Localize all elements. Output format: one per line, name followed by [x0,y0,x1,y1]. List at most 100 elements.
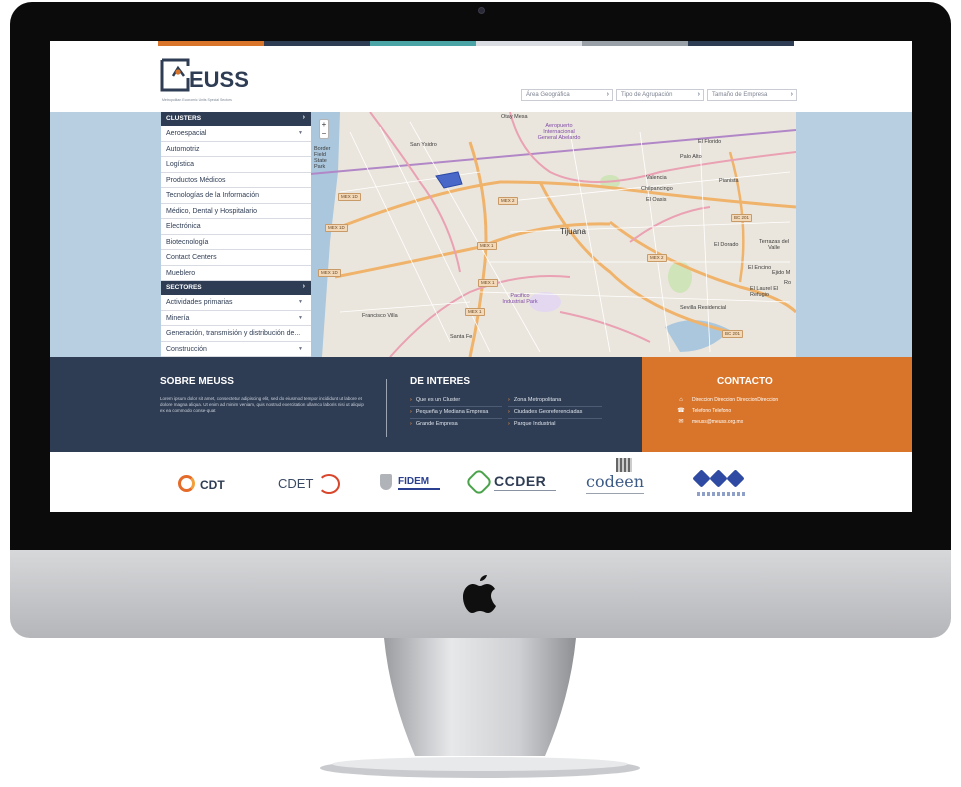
chevron-right-icon: › [302,283,305,290]
interest-link-pyme[interactable]: › Pequeña y Mediana Empresa [410,409,488,416]
divider [494,490,556,491]
interest-link-parque[interactable]: › Parque Industrial [508,421,555,428]
highway-shield: MEX 1 [478,279,498,287]
filter-label: Área Geográfica [526,92,570,98]
cluster-label: Electrónica [166,223,201,230]
interest-link-grande[interactable]: › Grande Empresa [410,421,458,428]
filter-tipo-agrupacion[interactable]: Tipo de Agrupación › [616,89,704,101]
contact-phone: ☎ Telefono Telefono [677,408,731,415]
sector-item-generacion[interactable]: Generación, transmisión y distribución d… [161,326,311,342]
partner-coc[interactable] [692,469,753,502]
map-tiles[interactable]: Otay Mesa Aeropuerto Internacional Gener… [310,112,796,357]
zoom-in-button[interactable]: + [320,120,328,129]
cluster-label: Tecnologías de la Información [166,192,259,199]
cluster-item-aeroespacial[interactable]: Aeroespacial ▼ [161,126,311,142]
interest-link-zona[interactable]: › Zona Metropolitana [508,397,561,404]
partner-name: CDT [200,478,225,492]
sector-item-actividades[interactable]: Actividades primarias ▼ [161,295,311,311]
map-label-terrazas: Terrazas del Valle [759,239,789,251]
contact-address-text: Direccion Direccion DireccionDireccion [692,397,779,403]
highway-shield: BC 201 [731,214,753,222]
map-label-tijuana: Tijuana [560,227,586,236]
cluster-label: Logística [166,161,195,168]
home-icon: ⌂ [679,397,683,403]
chevron-right-icon: › [410,421,412,427]
cluster-label: Mueblero [166,269,196,277]
cluster-item-electronica[interactable]: Electrónica [161,219,311,235]
filter-tamano-empresa[interactable]: Tamaño de Empresa › [707,89,797,101]
fidem-crest-icon [380,474,392,490]
cluster-label: Médico, Dental y Hospitalario [166,207,258,215]
chevron-right-icon: › [508,421,510,427]
sectors-heading[interactable]: SECTORES › [161,281,311,295]
map-label-ejido: Ejido M [772,270,791,276]
contact-email[interactable]: ✉ meuss@meuss.org.mx [677,419,743,426]
map-label-el-dorado: El Dorado [714,242,739,248]
partner-cdet[interactable]: CDET [278,472,340,496]
cluster-item-biotecnologia[interactable]: Biotecnología [161,235,311,250]
divider [508,418,602,419]
highway-shield: MEX 1 [465,308,485,316]
logo-tagline: Metropolitan Economic Units Special Sect… [162,98,232,102]
codeen-cube-icon [616,458,632,472]
interest-link-label: Ciudades Georeferenciadas [513,409,583,415]
cdet-swirl-icon [318,474,340,494]
cluster-item-medico-dental[interactable]: Médico, Dental y Hospitalario [161,204,311,219]
map-roads [310,112,796,357]
cdt-ring-icon [178,475,195,492]
interest-link-cluster[interactable]: › Que es un Cluster [410,397,460,404]
highway-shield: MEX 2 [647,254,667,262]
cluster-item-productos-medicos[interactable]: Productos Médicos [161,173,311,188]
filter-label: Tamaño de Empresa [712,92,768,98]
ccder-hex-icon [464,467,494,497]
chevron-down-icon: ▼ [298,130,303,136]
partner-fidem[interactable]: FIDEM [380,472,450,496]
map-label-santa-fe: Santa Fe [450,334,473,340]
partner-name: CCDER [494,473,547,489]
sector-label: Generación, transmisión y distribución d… [166,330,301,337]
category-menu: CLUSTERS › Aeroespacial ▼ Automotriz Logí… [161,112,311,357]
partner-codeen[interactable]: codeen [586,458,656,498]
interest-link-label: Pequeña y Mediana Empresa [415,409,489,415]
filter-area-geografica[interactable]: Área Geográfica › [521,89,613,101]
cluster-item-tecnologias[interactable]: Tecnologías de la Información [161,188,311,204]
partner-cdt[interactable]: CDT [178,474,238,496]
cluster-item-automotriz[interactable]: Automotriz [161,142,311,157]
map-zoom-control: + − [319,119,329,139]
partner-name: codeen [586,472,645,491]
clusters-heading[interactable]: CLUSTERS › [161,112,311,126]
footer-divider [386,379,387,437]
cluster-label: Automotriz [166,145,200,153]
site-header: EUSS Metropolitan Economic Units Special… [50,46,912,112]
map-label-palo-alto: Palo Alto [680,154,702,160]
mail-icon: ✉ [678,419,684,425]
map-label-francisco-villa: Francisco Villa [362,313,398,319]
highway-shield: MEX 2 [498,197,518,205]
meuss-logo[interactable]: EUSS Metropolitan Economic Units Special… [160,57,280,103]
contact-address: ⌂ Direccion Direccion DireccionDireccion [677,397,778,404]
map-label-pianista: Pianista [719,178,739,184]
interest-link-ciudades[interactable]: › Ciudades Georeferenciadas [508,409,582,416]
website-screen: EUSS Metropolitan Economic Units Special… [50,41,912,512]
apple-icon [463,575,496,613]
cluster-item-mueblero[interactable]: Mueblero [161,266,311,281]
chevron-right-icon: › [697,91,700,98]
sector-item-mineria[interactable]: Minería ▼ [161,311,311,326]
map-label-sevilla: Sevilla Residencial [680,305,727,311]
chevron-right-icon: › [508,409,510,415]
map-label-el-florido: El Florido [698,139,722,145]
camera-icon [478,7,485,14]
zoom-out-button[interactable]: − [320,129,328,138]
map-label-pacifico: Pacifico Industrial Park [502,293,538,305]
cluster-item-logistica[interactable]: Logística [161,157,311,173]
monitor-stand [384,638,576,756]
partner-ccder[interactable]: CCDER [464,467,569,497]
filter-label: Tipo de Agrupación [621,92,673,98]
partner-logos: CDT CDET FIDEM CCDER codeen [50,452,912,512]
highway-shield: MEX 1D [338,193,361,201]
sector-item-construccion[interactable]: Construcción ▼ [161,342,311,357]
cluster-item-contact-centers[interactable]: Contact Centers [161,250,311,266]
sector-label: Minería [166,314,190,322]
divider [410,406,502,407]
interest-link-label: Zona Metropolitana [513,397,562,403]
